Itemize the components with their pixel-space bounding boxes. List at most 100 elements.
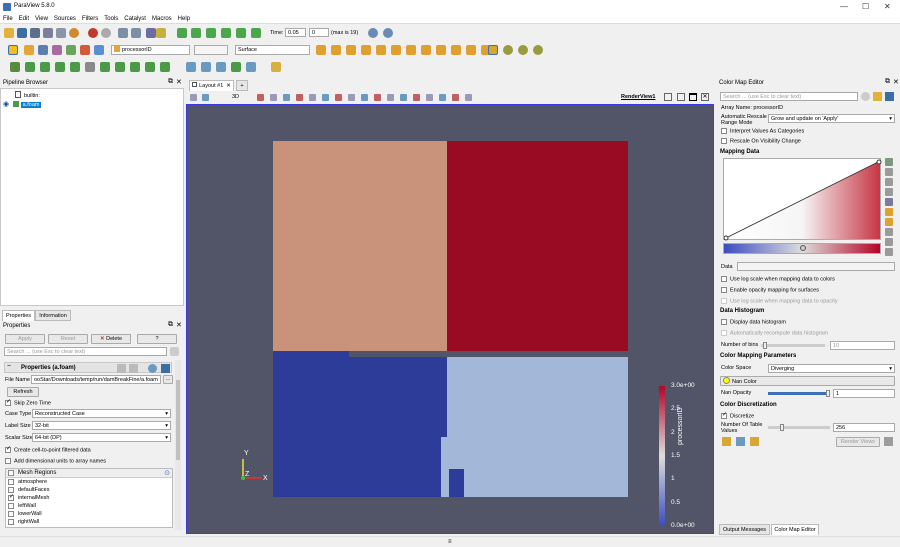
previous-frame-icon[interactable]	[191, 28, 201, 38]
tab-properties[interactable]: Properties	[2, 310, 35, 321]
maximize-icon[interactable]: ☐	[862, 2, 869, 11]
mesh-region-item[interactable]: leftWall	[6, 502, 172, 510]
choose-preset-icon[interactable]	[885, 168, 893, 176]
mesh-region-item[interactable]: internalMesh	[6, 493, 172, 502]
reset-camera-icon[interactable]	[190, 94, 197, 101]
menu-edit[interactable]: Edit	[19, 14, 29, 24]
properties-search-input[interactable]: Search ... (use Esc to clear text)	[4, 347, 167, 356]
last-frame-icon[interactable]	[236, 28, 246, 38]
save-default-icon[interactable]	[885, 92, 894, 101]
rescale-all-icon[interactable]	[94, 45, 104, 55]
next-frame-icon[interactable]	[221, 28, 231, 38]
menu-macros[interactable]: Macros	[152, 14, 172, 24]
log-scale-checkbox[interactable]: Use log scale when mapping data to color…	[721, 276, 835, 282]
float-panel-icon[interactable]: ⧉	[885, 78, 890, 86]
component-dropdown[interactable]	[194, 45, 228, 55]
nan-opacity-input[interactable]: 1	[833, 389, 895, 398]
checkbox[interactable]	[8, 511, 14, 517]
checkbox[interactable]	[8, 503, 14, 509]
python-icon[interactable]	[146, 28, 156, 38]
close-view-icon[interactable]: ✕	[701, 93, 709, 101]
reload-icon[interactable]	[148, 364, 157, 373]
mesh-region-item[interactable]: lowerWall	[6, 510, 172, 518]
interactive-select-icon[interactable]	[335, 94, 342, 101]
data-value-input[interactable]	[737, 262, 895, 271]
query-icon[interactable]	[231, 62, 241, 72]
hover-points-icon[interactable]	[348, 94, 355, 101]
checkbox[interactable]	[5, 458, 11, 464]
dim-units-checkbox[interactable]: Add dimensional units to array names	[5, 458, 106, 464]
find-data-icon[interactable]	[216, 62, 226, 72]
paste-icon[interactable]	[129, 364, 138, 373]
custom-rescale-icon[interactable]	[885, 218, 893, 226]
toggle-icon[interactable]	[452, 94, 459, 101]
zoom-icon[interactable]	[368, 28, 378, 38]
menu-catalyst[interactable]: Catalyst	[124, 14, 146, 24]
add-icon[interactable]	[426, 94, 433, 101]
extract-level-icon[interactable]	[160, 62, 170, 72]
trash-icon[interactable]	[465, 94, 472, 101]
num-table-values-input[interactable]: 256	[833, 423, 895, 432]
tab-color-map-editor[interactable]: Color Map Editor	[771, 524, 819, 535]
num-bins-slider[interactable]	[761, 342, 825, 349]
glyph-icon[interactable]	[100, 62, 110, 72]
select-points-icon[interactable]	[186, 62, 196, 72]
grow-selection-icon[interactable]	[374, 94, 381, 101]
ruler-icon[interactable]	[271, 62, 281, 72]
toggle-3d-button[interactable]: 3D	[232, 94, 239, 100]
zoom-to-data-icon[interactable]	[331, 45, 341, 55]
fit-range-icon[interactable]	[885, 198, 893, 206]
edit-color-icon[interactable]	[885, 188, 893, 196]
loop-icon[interactable]	[251, 28, 261, 38]
first-frame-icon[interactable]	[177, 28, 187, 38]
log-opacity-checkbox[interactable]: Use log scale when mapping data to opaci…	[721, 298, 838, 304]
checkbox[interactable]	[721, 298, 727, 304]
collapse-icon[interactable]: −	[7, 363, 11, 370]
save-icon[interactable]	[17, 28, 27, 38]
edit-icon[interactable]	[413, 94, 420, 101]
set-view-plus-z-icon[interactable]	[421, 45, 431, 55]
nan-color-button[interactable]: Nan Color	[720, 376, 895, 386]
advanced-settings-icon[interactable]	[170, 347, 179, 356]
select-polygon-icon[interactable]	[361, 94, 368, 101]
clip-icon[interactable]	[40, 62, 50, 72]
select-cells-icon[interactable]	[201, 62, 211, 72]
zoom-data-icon[interactable]	[383, 28, 393, 38]
set-view-minus-y-icon[interactable]	[406, 45, 416, 55]
reset-camera-icon[interactable]	[316, 45, 326, 55]
select-block-icon[interactable]	[322, 94, 329, 101]
search-icon[interactable]: ⊙	[164, 469, 170, 477]
mesh-region-item[interactable]: defaultFaces	[6, 486, 172, 494]
show-orientation-icon[interactable]	[257, 94, 264, 101]
menu-help[interactable]: Help	[178, 14, 190, 24]
mesh-region-item[interactable]: rightWall	[6, 518, 172, 526]
save-defaults-icon[interactable]	[161, 364, 170, 373]
reset-button[interactable]: Reset	[48, 334, 88, 344]
checkbox[interactable]	[721, 287, 727, 293]
num-bins-input[interactable]: 10	[830, 341, 895, 350]
num-table-values-slider[interactable]	[768, 424, 830, 431]
file-name-input[interactable]: ooStar/Downloads/temp/run/damBreakFine/a…	[31, 375, 161, 384]
discretize-checkbox[interactable]: Discretize	[721, 411, 754, 419]
set-view-minus-z-icon[interactable]	[436, 45, 446, 55]
rescale-visibility-checkbox[interactable]: Rescale On Visibility Change	[721, 138, 801, 144]
connect-icon[interactable]	[56, 28, 66, 38]
rescale-temporal-icon[interactable]	[66, 45, 76, 55]
rescale-range-icon[interactable]	[38, 45, 48, 55]
slice-icon[interactable]	[55, 62, 65, 72]
label-size-dropdown[interactable]: 32-bit ▾	[32, 421, 171, 430]
tab-information[interactable]: Information	[35, 310, 71, 321]
auto-update-icon[interactable]	[884, 437, 893, 446]
reset-center-icon[interactable]	[533, 45, 543, 55]
rescale-custom-range-icon[interactable]	[736, 437, 745, 446]
checkbox[interactable]	[5, 445, 11, 453]
stream-tracer-icon[interactable]	[115, 62, 125, 72]
menu-file[interactable]: File	[3, 14, 13, 24]
color-space-dropdown[interactable]: Diverging ▾	[768, 364, 895, 373]
edit-colormap-icon[interactable]	[24, 45, 34, 55]
auto-rescale-dropdown[interactable]: Grow and update on 'Apply' ▾	[768, 114, 895, 123]
warp-vector-icon[interactable]	[130, 62, 140, 72]
checkbox[interactable]	[8, 519, 14, 525]
properties-scrollbar[interactable]	[175, 360, 181, 530]
tab-layout-1[interactable]: Layout #1 ✕	[189, 80, 234, 91]
